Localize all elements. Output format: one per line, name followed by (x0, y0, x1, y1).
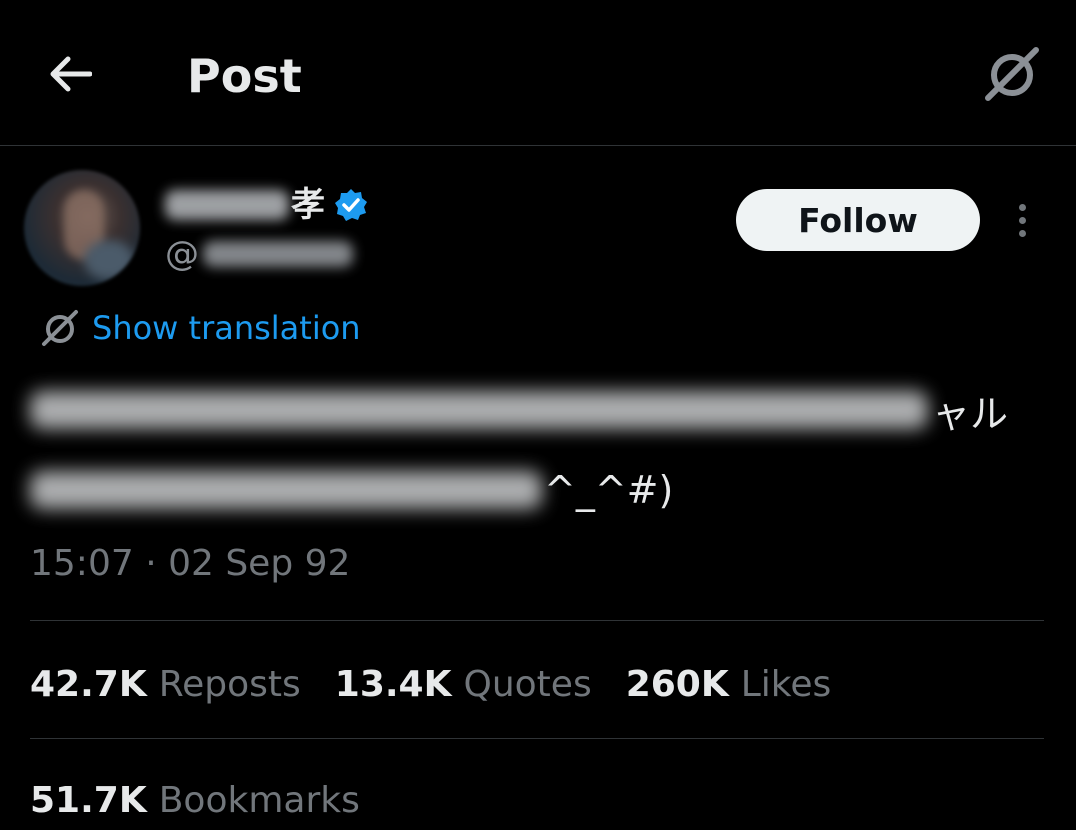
grok-translate-icon (40, 308, 80, 348)
display-name-text: 孝 (291, 185, 325, 225)
bookmarks-stats: 51.7K Bookmarks (30, 772, 394, 828)
bookmarks-label: Bookmarks (158, 779, 360, 821)
page-title: Post (187, 49, 302, 103)
grok-icon (985, 47, 1039, 101)
quotes-label: Quotes (463, 663, 592, 705)
tweet-text-visible-1: ャル (932, 391, 1009, 436)
redacted-name (165, 190, 289, 220)
arrow-left-icon (50, 56, 92, 92)
tweet-text-visible-2: ^_^#) (544, 468, 674, 512)
display-name[interactable]: 孝 (165, 178, 369, 232)
reposts-count: 42.7K (30, 663, 147, 705)
grok-button[interactable] (980, 42, 1044, 106)
divider (30, 620, 1044, 621)
bookmarks-count: 51.7K (30, 779, 147, 821)
show-translation-label: Show translation (92, 309, 361, 347)
more-vertical-icon (1018, 203, 1026, 211)
more-dot (1018, 216, 1026, 224)
tweet-text-line-2: ^_^#) (30, 460, 673, 520)
quotes-count: 13.4K (334, 663, 452, 705)
more-options-button[interactable] (1002, 196, 1042, 244)
likes-stat[interactable]: 260K Likes (626, 664, 832, 705)
post-timestamp[interactable]: 15:07 · 02 Sep 92 (30, 540, 350, 588)
divider (30, 738, 1044, 739)
back-button[interactable] (40, 44, 100, 104)
follow-button[interactable]: Follow (736, 189, 980, 251)
avatar[interactable] (24, 170, 140, 286)
tweet-text-line-1: ャル (30, 380, 1008, 440)
redacted-text (30, 471, 542, 509)
bookmarks-stat[interactable]: 51.7K Bookmarks (30, 780, 360, 821)
redacted-handle (203, 241, 353, 267)
redacted-text (30, 391, 928, 429)
top-app-bar: Post (0, 0, 1076, 146)
user-handle[interactable]: @ (165, 232, 353, 276)
reposts-label: Reposts (158, 663, 301, 705)
reposts-stat[interactable]: 42.7K Reposts (30, 664, 301, 705)
verified-badge-icon (333, 187, 369, 223)
quotes-stat[interactable]: 13.4K Quotes (335, 664, 592, 705)
show-translation-link[interactable]: Show translation (40, 306, 361, 350)
more-dot (1018, 229, 1026, 237)
likes-label: Likes (740, 663, 832, 705)
likes-count: 260K (625, 663, 729, 705)
handle-at: @ (165, 234, 199, 274)
engagement-stats: 42.7K Reposts 13.4K Quotes 260K Likes (30, 656, 865, 712)
